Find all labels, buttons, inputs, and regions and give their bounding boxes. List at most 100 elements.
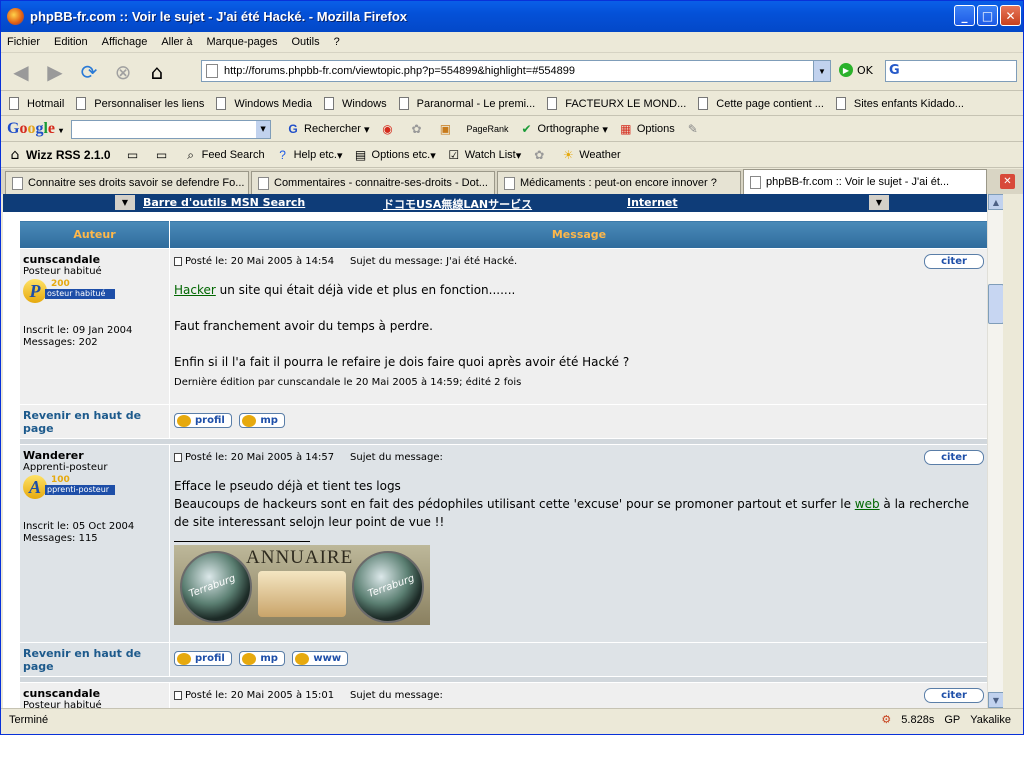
- msn-bar: ▼ Barre d'outils MSN Search ドコモUSA無線LANサ…: [3, 194, 1003, 212]
- sidebar-icon[interactable]: ▭: [125, 148, 144, 162]
- page-icon: [216, 97, 227, 110]
- menu-help[interactable]: ?: [334, 36, 340, 48]
- menu-outils[interactable]: Outils: [291, 36, 319, 48]
- quote-button[interactable]: citer: [924, 449, 984, 465]
- bookmark-item[interactable]: Cette page contient ...: [698, 97, 824, 110]
- post-message-cell: Posté le: 20 Mai 2005 à 14:57 Sujet du m…: [169, 444, 989, 643]
- msn-link-internet[interactable]: Internet: [627, 196, 678, 209]
- help-button[interactable]: ? Help etc. ▾: [275, 148, 342, 162]
- annuaire-banner[interactable]: ANNUAIRE Terraburg Terraburg: [174, 545, 430, 625]
- author-header: Auteur: [19, 220, 170, 249]
- page-icon: [398, 97, 409, 110]
- pm-button[interactable]: mp: [239, 651, 285, 667]
- spellcheck-button[interactable]: ✔ Orthographe ▾: [519, 122, 607, 136]
- post-subject: Sujet du message: J'ai été Hacké.: [350, 255, 518, 267]
- bookmark-item[interactable]: Windows: [324, 97, 387, 110]
- weather-button[interactable]: ☀ Weather: [560, 148, 621, 162]
- author-name[interactable]: cunscandale: [23, 253, 166, 266]
- vertical-scrollbar[interactable]: ▲ ▼: [987, 194, 1003, 708]
- home-icon[interactable]: ⌂: [7, 148, 23, 162]
- bookmark-item[interactable]: Hotmail: [9, 97, 64, 110]
- status-bar: Terminé ⚙ 5.828s GP Yakalike: [1, 708, 1023, 730]
- chevron-down-icon[interactable]: ▼: [256, 120, 271, 138]
- go-button[interactable]: ▶ OK: [839, 63, 873, 77]
- wizz-title[interactable]: Wizz RSS 2.1.0: [26, 148, 111, 162]
- bookmark-item[interactable]: Windows Media: [216, 97, 312, 110]
- options-icon: ▤: [354, 148, 367, 162]
- back-button[interactable]: ◀: [7, 58, 35, 86]
- scroll-down-icon[interactable]: ▼: [988, 692, 1003, 708]
- profile-button[interactable]: profil: [174, 413, 232, 429]
- news-icon[interactable]: ◉: [379, 122, 398, 136]
- menu-aller[interactable]: Aller à: [161, 36, 192, 48]
- google-search-button[interactable]: G Rechercher ▾: [285, 122, 369, 136]
- menu-marque-pages[interactable]: Marque-pages: [207, 36, 278, 48]
- msn-link-docomo[interactable]: ドコモUSA無線LANサービス: [383, 196, 532, 212]
- google-search-icon: G: [889, 63, 900, 78]
- stop-button[interactable]: ⊗: [109, 58, 137, 86]
- back-to-top-link[interactable]: Revenir en haut de page: [20, 409, 169, 435]
- close-tab-button[interactable]: ✕: [1000, 174, 1015, 189]
- bookmark-item[interactable]: Sites enfants Kidado...: [835, 97, 964, 110]
- feed-search-button[interactable]: ⌕ Feed Search: [183, 148, 264, 162]
- google-search-input[interactable]: ▼: [71, 119, 272, 139]
- bookmark-item[interactable]: FACTEURX LE MOND...: [547, 97, 686, 110]
- window-icon[interactable]: ▭: [154, 148, 173, 162]
- profile-button[interactable]: profil: [174, 651, 232, 667]
- scroll-up-icon[interactable]: ▲: [988, 194, 1003, 210]
- gp-indicator[interactable]: GP: [944, 714, 960, 726]
- tab-medicaments[interactable]: Médicaments : peut-on encore innover ?: [497, 171, 741, 194]
- bookmark-item[interactable]: Personnaliser les liens: [76, 97, 204, 110]
- tab-commentaires[interactable]: Commentaires - connaitre-ses-droits - Do…: [251, 171, 495, 194]
- web-link[interactable]: web: [855, 497, 880, 511]
- menu-fichier[interactable]: Fichier: [7, 36, 40, 48]
- post-body: Hacker un site qui était déjà vide et pl…: [174, 283, 630, 369]
- post-date: Posté le: 20 Mai 2005 à 14:57: [185, 451, 335, 463]
- browser-window: phpBB-fr.com :: Voir le sujet - J'ai été…: [0, 0, 1024, 735]
- popup-blocker-icon[interactable]: ✿: [408, 122, 427, 136]
- menu-edition[interactable]: Edition: [54, 36, 88, 48]
- search-box[interactable]: G: [885, 60, 1017, 82]
- home-button[interactable]: ⌂: [143, 58, 171, 86]
- home-icon: [295, 652, 310, 665]
- author-messages: Messages: 202: [23, 337, 98, 348]
- forward-button[interactable]: ▶: [41, 58, 69, 86]
- navigation-toolbar: ◀ ▶ ⟳ ⊗ ⌂ http://forums.phpbb-fr.com/vie…: [1, 53, 1023, 91]
- author-name[interactable]: Wanderer: [23, 449, 166, 462]
- msn-link-search[interactable]: Barre d'outils MSN Search: [143, 196, 305, 209]
- author-rank: Apprenti-posteur: [23, 462, 108, 473]
- reload-button[interactable]: ⟳: [75, 58, 103, 86]
- options-button[interactable]: ▦ Options: [618, 122, 675, 136]
- chevron-down-icon[interactable]: ▼: [869, 195, 889, 210]
- tab-droits[interactable]: Connaitre ses droits savoir se defendre …: [5, 171, 249, 194]
- chevron-down-icon[interactable]: ▼: [115, 195, 135, 210]
- pencil-icon[interactable]: ✎: [685, 122, 704, 136]
- quote-button[interactable]: citer: [924, 253, 984, 269]
- google-logo[interactable]: Google ▾: [7, 120, 63, 138]
- menu-affichage[interactable]: Affichage: [102, 36, 148, 48]
- url-bar[interactable]: http://forums.phpbb-fr.com/viewtopic.php…: [201, 60, 831, 82]
- www-button[interactable]: www: [292, 651, 349, 667]
- bookmark-item[interactable]: Paranormal - Le premi...: [398, 97, 535, 110]
- minimize-button[interactable]: _: [954, 5, 975, 26]
- watch-list-button[interactable]: ☑ Watch List ▾: [446, 148, 521, 162]
- table-row: Revenir en haut de page profil mp www: [19, 642, 989, 677]
- quote-button[interactable]: citer: [924, 687, 984, 703]
- author-name[interactable]: cunscandale: [23, 687, 166, 700]
- url-dropdown-icon[interactable]: ▼: [813, 61, 830, 81]
- back-to-top-link[interactable]: Revenir en haut de page: [20, 647, 169, 673]
- go-icon: ▶: [839, 63, 853, 77]
- tab-phpbb[interactable]: phpBB-fr.com :: Voir le sujet - J'ai ét.…: [743, 169, 987, 194]
- autofill-icon[interactable]: ▣: [437, 122, 456, 136]
- table-row: cunscandale Posteur habitué P 200 osteur…: [19, 248, 989, 405]
- hacker-link[interactable]: Hacker: [174, 283, 216, 297]
- scroll-thumb[interactable]: [988, 284, 1003, 324]
- options-etc-button[interactable]: ▤ Options etc. ▾: [353, 148, 436, 162]
- pm-button[interactable]: mp: [239, 413, 285, 429]
- gear-icon[interactable]: ✿: [531, 148, 550, 162]
- close-window-button[interactable]: ✕: [1000, 5, 1021, 26]
- yakalike-indicator[interactable]: Yakalike: [970, 714, 1011, 726]
- maximize-button[interactable]: □: [977, 5, 998, 26]
- users-icon: [242, 652, 257, 665]
- pagerank-button[interactable]: PageRank: [466, 124, 508, 134]
